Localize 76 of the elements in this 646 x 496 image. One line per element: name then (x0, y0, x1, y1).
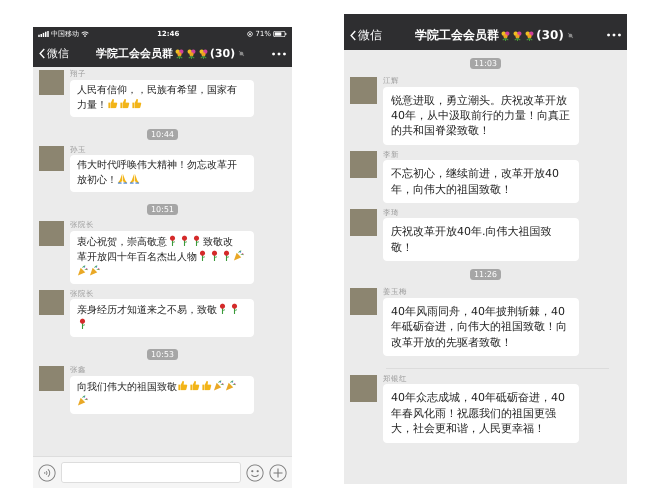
avatar-photo[interactable] (350, 374, 377, 402)
flower-icon (524, 30, 536, 40)
thumbs-up-icon (131, 98, 142, 108)
wifi-icon (81, 30, 89, 36)
avatar-photo[interactable] (39, 290, 64, 314)
flower-icon (186, 48, 197, 59)
timestamp-label: 11:03 (470, 58, 502, 69)
avatar-photo[interactable] (350, 288, 377, 316)
timestamp-label: 11:26 (470, 269, 502, 280)
message-text: 人民有信仰，，民族有希望，国家有 (77, 84, 237, 96)
flower-icon (512, 30, 524, 40)
message-text: 致敬改 (203, 236, 233, 248)
party-popper-icon (233, 250, 244, 260)
rose-icon (191, 234, 202, 246)
message-text: 不忘初心，继续前进，改革开放40年，向伟大的祖国致敬！ (391, 167, 559, 196)
rose-icon (217, 303, 228, 314)
timestamp-label: 10:53 (146, 349, 178, 360)
thumbs-up-icon (177, 380, 188, 390)
avatar-photo[interactable] (39, 366, 64, 391)
party-popper-icon (89, 264, 100, 276)
rose-icon (221, 250, 232, 260)
flower-icon (174, 48, 185, 59)
timestamp-label: 10:44 (146, 128, 178, 140)
rose-icon (179, 234, 190, 246)
voice-icon[interactable] (38, 464, 56, 482)
back-button[interactable]: 微信 (350, 26, 382, 44)
message-text: 伟大时代呼唤伟大精神！勿忘改革开 (77, 160, 237, 171)
more-icon[interactable] (607, 33, 621, 37)
chat-title: (30) (210, 47, 236, 60)
avatar-photo[interactable] (39, 70, 64, 95)
back-chevron-icon[interactable] (39, 48, 45, 59)
message-text: 亲身经历才知道来之不易，致敬 (77, 305, 217, 316)
thumbs-up-icon (189, 380, 200, 390)
avatar-photo[interactable] (350, 77, 377, 104)
party-popper-icon (77, 394, 88, 406)
smiley-icon[interactable] (246, 464, 264, 482)
message-input-field[interactable] (61, 462, 241, 483)
praying-hands-icon (117, 173, 128, 184)
avatar-photo[interactable] (350, 150, 377, 178)
message-text: 锐意进取，勇立潮头。庆祝改革开放40年，从中汲取前行的力量！向真正的共和国脊梁致敬！ (391, 94, 570, 138)
avatar-photo[interactable] (350, 208, 377, 236)
back-button[interactable]: 微信 (39, 46, 69, 61)
party-popper-icon (213, 380, 224, 390)
message-text: 40年众志成城，40年砥砺奋进，40年春风化雨！祝愿我们的祖国更强大，社会更和谐，人民更幸福！ (391, 391, 565, 436)
flower-icon (500, 30, 512, 40)
flower-icon (198, 48, 209, 59)
more-icon[interactable] (272, 52, 286, 56)
chat-title: (30) (536, 28, 564, 42)
party-popper-icon (77, 264, 88, 276)
chat-title: 学院工会会员群 (415, 26, 500, 44)
thumbs-up-icon (201, 380, 212, 390)
rose-icon (167, 234, 178, 246)
rotation-lock-icon (247, 30, 254, 36)
plus-icon[interactable] (269, 464, 287, 482)
message-text: 放初心！ (77, 175, 117, 186)
message-text: 庆祝改革开放40年.向伟大祖国致敬！ (391, 225, 552, 254)
message-text: 革开放四十年百名杰出人物 (77, 252, 197, 262)
praying-hands-icon (129, 173, 140, 184)
avatar-photo[interactable] (39, 146, 64, 170)
message-text: 向我们伟大的祖国致敬 (77, 382, 177, 392)
party-popper-icon (225, 380, 236, 390)
rose-icon (77, 318, 88, 329)
message-text: 力量！ (77, 100, 107, 110)
rose-icon (197, 250, 208, 260)
rose-icon (209, 250, 220, 260)
thumbs-up-icon (107, 98, 118, 108)
message-text: 40年风雨同舟，40年披荆斩棘，40年砥砺奋进，向伟大的祖国致敬！向改革开放的先驱者致敬！ (391, 304, 567, 349)
rose-icon (229, 303, 240, 314)
message-text: 衷心祝贺，崇高敬意 (77, 236, 167, 248)
signal-icon (38, 30, 49, 36)
timestamp-label: 10:51 (146, 204, 178, 215)
avatar-photo[interactable] (39, 221, 64, 246)
back-chevron-icon[interactable] (350, 30, 356, 40)
battery-icon (272, 30, 287, 36)
thumbs-up-icon (119, 98, 130, 108)
chat-title: 学院工会会员群 (96, 46, 173, 61)
